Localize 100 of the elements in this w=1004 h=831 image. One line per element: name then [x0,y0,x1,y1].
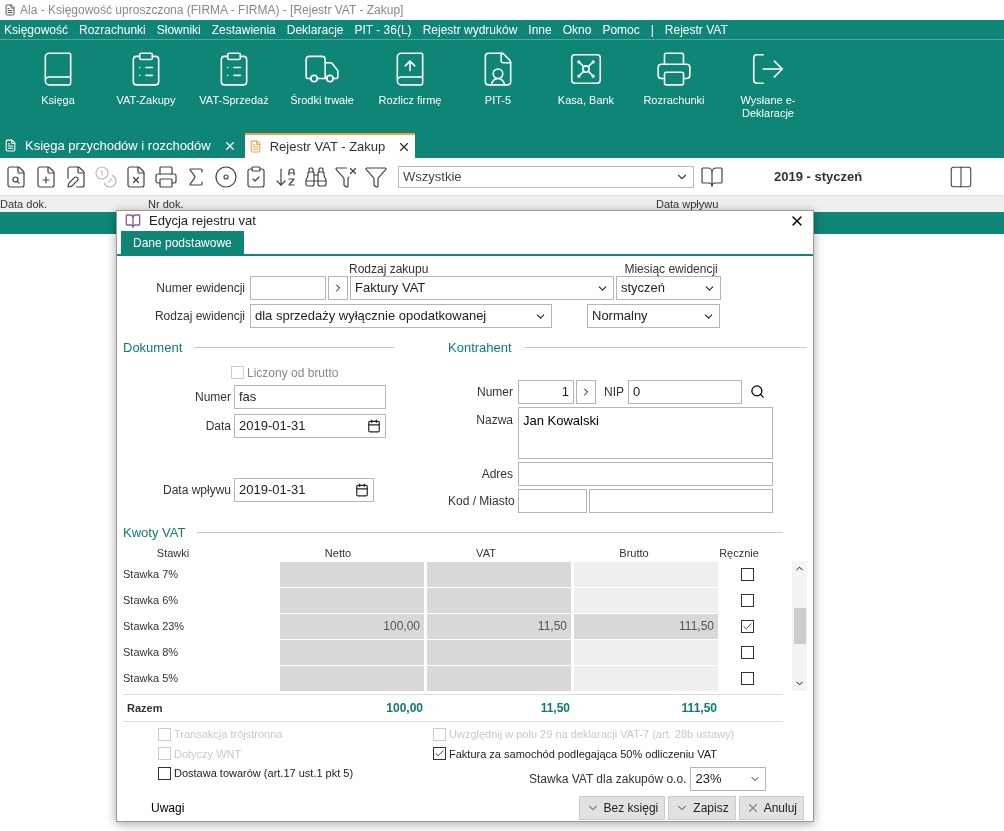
dropdown[interactable]: dla sprzedaży wyłącznie opodatkowanej [250,304,552,328]
edit-document-icon[interactable] [64,164,88,189]
column-header: VAT [475,546,497,561]
field-label: Numer [476,383,513,401]
filter-icon[interactable] [364,164,388,189]
total-label: Razem [126,700,164,716]
column-header[interactable]: Data dok. [0,195,148,213]
input-field[interactable] [518,461,773,486]
amount-field[interactable] [574,640,718,665]
dialog-button[interactable]: Zapisz [668,796,736,820]
dropdown[interactable]: Normalny [587,304,720,328]
ribbon-button[interactable]: Rozrachunki [630,50,718,107]
scrollbar[interactable] [792,561,807,691]
book-icon[interactable] [700,164,724,189]
checkbox[interactable] [741,568,754,581]
column-header[interactable]: Nr dok. [148,195,656,213]
app-icon [4,4,16,16]
search-document-icon[interactable] [4,164,28,189]
next-button[interactable] [576,379,596,404]
window-title: Ala - Księgowość uproszczona (FIRMA - FIRMA) - [Rejestr VAT - Zakup] [20,2,404,19]
dropdown[interactable]: 23% [690,767,767,791]
checkbox[interactable] [741,672,754,685]
amount-field[interactable] [427,588,571,613]
input-field[interactable]: 1 [518,379,574,404]
input-field[interactable] [250,276,326,300]
rate-label: Stawka 6% [123,593,180,609]
disc-icon[interactable] [214,164,238,189]
notes-link[interactable]: Uwagi [151,799,579,817]
dropdown[interactable]: Faktury VAT [350,276,614,300]
ribbon-button[interactable]: Rozlicz firmę [366,50,454,107]
field-label: NIP [604,383,624,401]
menu-item[interactable]: | [650,20,654,39]
checkbox[interactable] [158,766,171,780]
amount-field[interactable]: 100,00 [280,614,424,639]
dialog-button[interactable]: Anuluj [738,796,804,820]
binoculars-icon[interactable] [304,164,328,189]
menu-item[interactable]: Rejestr VAT [664,20,728,39]
filter-dropdown[interactable]: Wszystkie [398,165,694,188]
clipboard-check-icon[interactable] [244,164,268,189]
printer-icon[interactable] [154,164,178,189]
text-area[interactable]: Jan Kowalski [518,406,773,459]
dialog-tab[interactable]: Dane podstawowe [121,231,244,254]
dropdown[interactable]: styczeń [616,276,721,300]
scrollbar-thumb[interactable] [793,608,806,644]
input-field[interactable]: 0 [628,379,742,404]
input-field[interactable]: fas [234,384,386,409]
menu-item[interactable]: Słowniki [156,20,201,39]
calendar-icon[interactable] [367,418,381,433]
amount-field[interactable] [280,666,424,691]
menu-item[interactable]: Księgowość [4,20,69,39]
field-label: Kod / Miasto [448,492,513,510]
amount-field[interactable]: 11,50 [427,614,571,639]
menu-item[interactable]: PIT - 36(L) [354,20,412,39]
checkbox[interactable] [433,747,446,761]
calendar-icon[interactable] [355,482,369,497]
ribbon-button[interactable]: Kasa, Bank [542,50,630,107]
input-field[interactable] [518,488,587,513]
checkbox[interactable] [741,620,754,633]
menu-item[interactable]: Inne [528,20,552,39]
checkbox[interactable] [741,646,754,659]
menu-item[interactable]: Rejestr wydruków [422,20,518,39]
search-icon[interactable] [750,384,765,399]
amount-field[interactable] [427,640,571,665]
ribbon-button[interactable]: VAT-Sprzedaż [190,50,278,107]
amount-field[interactable] [280,588,424,613]
next-button[interactable] [328,276,348,300]
field-label: Stawka VAT dla zakupów o.o. [529,771,687,788]
period-label: 2019 - styczeń [774,167,864,186]
column-header: Stawki [155,546,191,561]
input-field[interactable] [589,488,773,513]
add-document-icon[interactable] [34,164,58,189]
ribbon-button[interactable]: Księga [14,50,102,107]
amount-field[interactable]: 111,50 [574,614,718,639]
field-label: Numer [194,388,231,406]
filter-clear-icon[interactable] [334,164,358,189]
document-tab[interactable]: Rejestr VAT - Zakup [244,133,416,158]
menu-item[interactable]: Rozrachunki [79,20,146,39]
dialog-button[interactable]: Bez księgi [578,796,666,820]
ribbon-button[interactable]: VAT-Zakupy [102,50,190,107]
ribbon-button[interactable]: Wysłane e-Deklaracje [718,50,818,120]
date-field[interactable]: 2019-01-31 [234,477,374,502]
menu-item[interactable]: Pomoc [602,20,640,39]
delete-document-icon[interactable] [124,164,148,189]
amount-field[interactable] [574,588,718,613]
ribbon-button[interactable]: Środki trwałe [278,50,366,107]
date-field[interactable]: 2019-01-31 [234,413,386,438]
amount-field[interactable] [427,666,571,691]
ribbon-button[interactable]: PIT-5 [454,50,542,107]
document-tab[interactable]: Księga przychodów i rozchodów [0,133,241,158]
menu-item[interactable]: Okno [562,20,592,39]
menu-item[interactable]: Deklaracje [286,20,344,39]
section-heading: Kontrahent [448,339,512,357]
field-label: Data wpływu [161,481,231,499]
amount-field[interactable] [280,640,424,665]
amount-field[interactable] [280,562,424,587]
column-header[interactable]: Data wpływu [656,195,806,213]
document-icon [248,140,262,153]
menu-item[interactable]: Zestawienia [211,20,276,39]
amount-field[interactable] [427,562,571,587]
checkbox[interactable] [741,594,754,607]
